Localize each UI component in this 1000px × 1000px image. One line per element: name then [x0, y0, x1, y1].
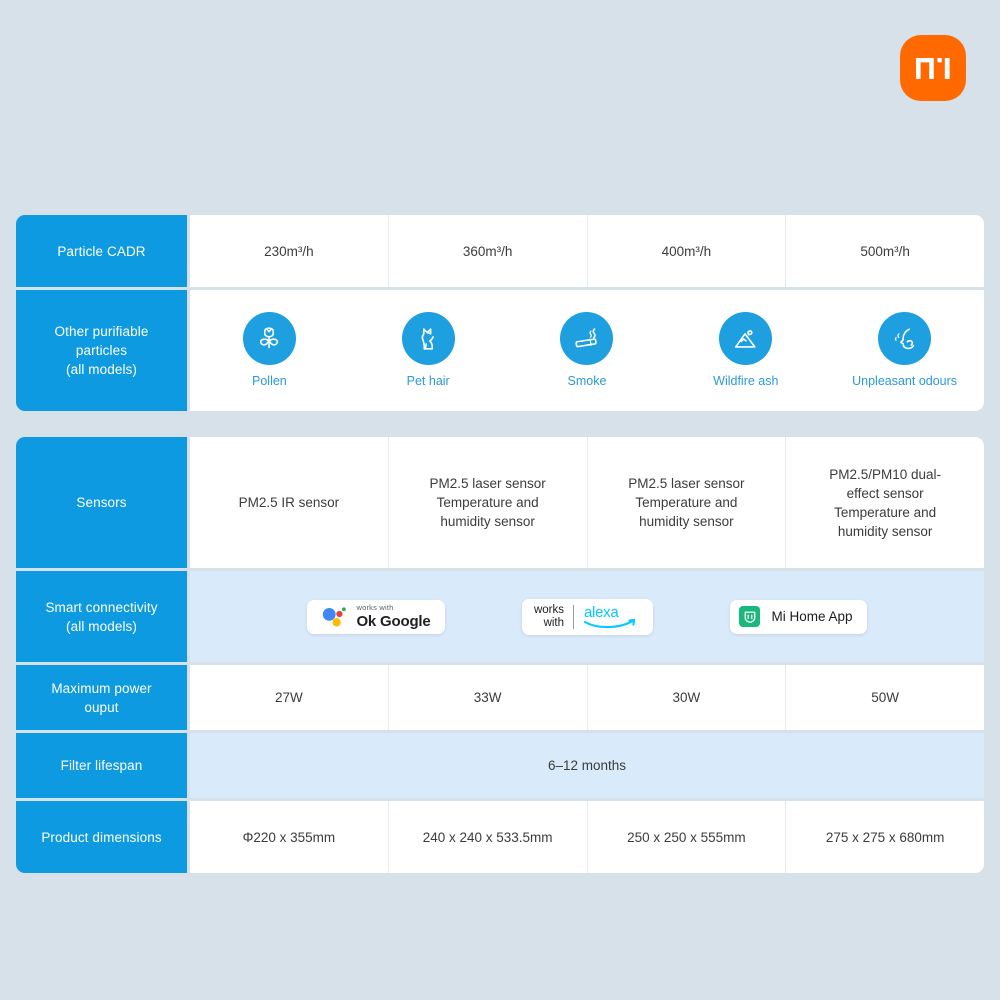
alexa-badge-line1: works — [533, 604, 565, 616]
wildfire-ash-icon — [719, 312, 773, 365]
cell-dimensions-3: 250 x 250 x 555mm — [588, 801, 787, 873]
cell-power-3: 30W — [588, 665, 787, 730]
table-row: Sensors PM2.5 IR sensor PM2.5 laser sens… — [16, 437, 984, 568]
alexa-badge-line2: with — [543, 616, 565, 629]
alexa-badge-divider — [573, 604, 575, 629]
works-with-alexa-badge[interactable]: works with alexa — [521, 598, 654, 635]
table-row: Smart connectivity (all models) works wit… — [16, 571, 984, 662]
mi-logo — [900, 35, 966, 101]
works-with-ok-google-badge[interactable]: works with Ok Google — [307, 599, 445, 634]
row-label-product-dimensions: Product dimensions — [16, 801, 187, 873]
cell-particle-cadr-3: 400m³/h — [588, 215, 787, 287]
cell-sensors-4: PM2.5/PM10 dual-effect sensor Temperature… — [829, 466, 942, 539]
particle-smoke: Smoke — [508, 290, 667, 411]
cell-dimensions-4: 275 x 275 x 680mm — [825, 829, 945, 845]
mi-home-app-badge[interactable]: Mi Home App — [730, 599, 867, 634]
unpleasant-odours-icon — [878, 312, 932, 365]
cell-dimensions-1: Φ220 x 355mm — [190, 801, 389, 873]
particle-pet-hair: Pet hair — [349, 290, 508, 411]
table-lower: Sensors PM2.5 IR sensor PM2.5 laser sens… — [16, 437, 984, 873]
cell-filter-lifespan: 6–12 months — [547, 758, 627, 773]
cell-sensors-3: PM2.5 laser sensor Temperature and humidit… — [588, 437, 787, 568]
comparison-page: Particle CADR 230m³/h 360m³/h 400m³/h 50… — [0, 0, 1000, 1000]
particle-label-pollen: Pollen — [252, 374, 287, 388]
mi-logo-icon — [900, 35, 966, 101]
particle-label-pet-hair: Pet hair — [406, 374, 450, 388]
particle-label-wildfire-ash: Wildfire ash — [713, 374, 779, 388]
cell-particle-cadr-1: 230m³/h — [190, 215, 389, 287]
particle-label-unpleasant-odours: Unpleasant odours — [852, 374, 958, 388]
row-label-maximum-power-output: Maximum power ouput — [16, 665, 187, 730]
cell-sensors-1: PM2.5 IR sensor — [190, 437, 389, 568]
svg-text:alexa: alexa — [584, 604, 619, 621]
cell-sensors-2: PM2.5 laser sensor Temperature and humidit… — [389, 437, 588, 568]
row-values-badges: works with Ok Google works with alexa Mi… — [190, 571, 984, 662]
row-values: Φ220 x 355mm 240 x 240 x 533.5mm 250 x 2… — [190, 801, 984, 873]
row-values-merged: 6–12 months — [190, 733, 984, 798]
particle-unpleasant-odours: Unpleasant odours — [825, 290, 984, 411]
table-row: Maximum power ouput 27W 33W 30W 50W — [16, 665, 984, 730]
row-values: 230m³/h 360m³/h 400m³/h 500m³/h — [190, 215, 984, 287]
mi-home-icon — [739, 606, 761, 627]
row-values: PM2.5 IR sensor PM2.5 laser sensor Temper… — [190, 437, 984, 568]
cell-particle-cadr-4: 500m³/h — [860, 243, 910, 259]
google-badge-small-text: works with — [356, 603, 394, 613]
google-badge-brand-text: Ok Google — [356, 612, 431, 630]
alexa-wordmark-icon: alexa — [583, 604, 636, 628]
cell-power-4: 50W — [871, 690, 899, 705]
cell-dimensions-2: 240 x 240 x 533.5mm — [389, 801, 588, 873]
table-row: Particle CADR 230m³/h 360m³/h 400m³/h 50… — [16, 215, 984, 287]
row-label-sensors: Sensors — [16, 437, 187, 568]
row-label-other-purifiable-particles: Other purifiable particles (all models) — [16, 290, 187, 411]
google-assistant-icon — [323, 606, 347, 626]
table-row: Filter lifespan 6–12 months — [16, 733, 984, 798]
cell-power-1: 27W — [190, 665, 389, 730]
row-values: 27W 33W 30W 50W — [190, 665, 984, 730]
table-row: Other purifiable particles (all models) Po… — [16, 290, 984, 411]
mi-home-app-label: Mi Home App — [771, 609, 853, 624]
row-label-filter-lifespan: Filter lifespan — [16, 733, 187, 798]
cell-particle-cadr-2: 360m³/h — [389, 215, 588, 287]
cell-power-2: 33W — [389, 665, 588, 730]
pollen-icon — [242, 312, 296, 365]
particle-pollen: Pollen — [190, 290, 349, 411]
smoke-icon — [560, 312, 614, 365]
table-row: Product dimensions Φ220 x 355mm 240 x 24… — [16, 801, 984, 873]
row-values-icons: Pollen Pet hair Smoke Wildfire ash Unple… — [190, 290, 984, 411]
connectivity-badges: works with Ok Google works with alexa Mi… — [190, 571, 984, 662]
particle-wildfire-ash: Wildfire ash — [666, 290, 825, 411]
particle-label-smoke: Smoke — [567, 374, 607, 388]
pet-hair-icon — [401, 312, 455, 365]
table-upper: Particle CADR 230m³/h 360m³/h 400m³/h 50… — [16, 215, 984, 411]
row-label-smart-connectivity: Smart connectivity (all models) — [16, 571, 187, 662]
row-label-particle-cadr: Particle CADR — [16, 215, 187, 287]
